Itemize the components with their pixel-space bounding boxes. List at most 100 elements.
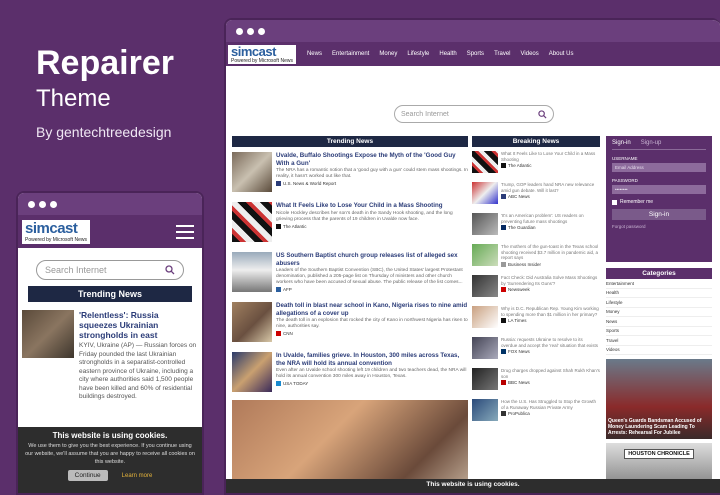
window-dot-icon (50, 200, 57, 208)
article-title[interactable]: In Uvalde, families grieve. In Houston, … (276, 352, 468, 367)
trending-article[interactable]: Uvalde, Buffalo Shootings Expose the Myt… (232, 152, 468, 197)
article-thumbnail[interactable] (472, 306, 498, 328)
article-title[interactable]: Uvalde, Buffalo Shootings Expose the Myt… (276, 152, 468, 167)
article-excerpt: Leaders of the Southern Baptist Conventi… (276, 268, 463, 285)
category-item-health[interactable]: Health (606, 289, 712, 298)
category-item-videos[interactable]: Videos (606, 346, 712, 355)
article-title[interactable]: Fact Check: Did Australia Solve Mass Sho… (501, 275, 600, 286)
window-dot-icon (236, 27, 243, 35)
article-title[interactable]: Trump, GOP leaders hand NRA new relevanc… (501, 182, 600, 193)
article-title[interactable]: What It Feels Like to Lose Your Child in… (501, 151, 600, 162)
source-logo-icon (276, 223, 281, 229)
article-thumbnail[interactable] (472, 151, 498, 173)
password-field[interactable]: •••••••• (612, 185, 706, 194)
trending-article[interactable]: In Uvalde, families grieve. In Houston, … (232, 352, 468, 397)
username-field[interactable]: Email Address (612, 163, 706, 172)
trending-article[interactable]: US Southern Baptist church group release… (232, 252, 468, 297)
category-item-sports[interactable]: Sports (606, 327, 712, 336)
site-logo[interactable]: simcast Powered by Microsoft News (22, 219, 90, 244)
article-title[interactable]: 'It's an American problem': US readers o… (501, 213, 600, 224)
breaking-article[interactable]: Fact Check: Did Australia Solve Mass Sho… (472, 275, 600, 302)
article-thumbnail[interactable] (232, 302, 272, 342)
search-input[interactable]: Search Internet (394, 105, 554, 123)
breaking-article[interactable]: The mothers of the gun-toast in the Texa… (472, 244, 600, 271)
article-title[interactable]: How the U.S. Has Struggled to Stop the G… (501, 399, 600, 410)
breaking-article[interactable]: Trump, GOP leaders hand NRA new relevanc… (472, 182, 600, 209)
breaking-article[interactable]: Drug charges dropped against Shah Rukh K… (472, 368, 600, 395)
article-thumbnail[interactable] (472, 368, 498, 390)
password-label: PASSWORD (612, 178, 638, 183)
nav-item-money[interactable]: Money (379, 51, 397, 57)
breaking-news-column: Breaking News What It Feels Like to Lose… (472, 136, 600, 426)
article-card[interactable]: 'Relentless': Russia squeezes Ukrainian … (22, 310, 198, 402)
section-title: Trending News (28, 286, 192, 302)
site-logo[interactable]: simcast Powered by Microsoft News (228, 44, 296, 64)
window-dot-icon (247, 27, 254, 35)
search-icon[interactable] (165, 265, 175, 275)
article-title[interactable]: 'Relentless': Russia squeezes Ukrainian … (79, 310, 198, 340)
source-logo-icon (501, 380, 506, 385)
category-item-entertainment[interactable]: Entertainment (606, 279, 712, 289)
tab-sign-in[interactable]: Sign-in (612, 140, 631, 146)
search-icon[interactable] (538, 109, 547, 119)
category-item-travel[interactable]: Travel (606, 336, 712, 346)
logo-tagline: Powered by Microsoft News (25, 236, 87, 243)
trending-article[interactable]: Death toll in blast near school in Kano,… (232, 302, 468, 347)
article-thumbnail[interactable] (232, 202, 272, 242)
nav-item-videos[interactable]: Videos (521, 51, 539, 57)
article-thumbnail[interactable] (472, 244, 498, 266)
article-thumbnail[interactable] (232, 252, 272, 292)
trending-article[interactable]: What It Feels Like to Lose Your Child in… (232, 202, 468, 247)
cookie-continue-button[interactable]: Continue (67, 470, 108, 481)
logo-word: simcast (25, 219, 78, 237)
breaking-article[interactable]: How the U.S. Has Struggled to Stop the G… (472, 399, 600, 426)
article-source: Newsweek (508, 287, 530, 292)
section-title: Breaking News (472, 136, 600, 147)
article-thumbnail[interactable] (232, 152, 272, 192)
signin-panel: Sign-in Sign-up USERNAME Email Address P… (606, 136, 712, 262)
article-title[interactable]: What It Feels Like to Lose Your Child in… (276, 202, 468, 210)
article-source: The Atlantic (508, 163, 532, 168)
hamburger-menu-icon[interactable] (176, 224, 194, 239)
featured-image[interactable]: Queen's Guards Bandsman Accused of Money… (606, 359, 712, 439)
nav-item-news[interactable]: News (307, 51, 322, 57)
promo-subtitle: Theme (36, 85, 111, 112)
search-input[interactable]: Search Internet (36, 260, 184, 280)
article-title[interactable]: Death toll in blast near school in Kano,… (276, 302, 468, 317)
forgot-password-link[interactable]: Forgot password (612, 224, 706, 229)
category-item-lifestyle[interactable]: Lifestyle (606, 298, 712, 308)
nav-item-health[interactable]: Health (439, 51, 456, 57)
article-title[interactable]: Why is D.C. Republican Rep. Young Kim wo… (501, 306, 600, 317)
breaking-article[interactable]: Why is D.C. Republican Rep. Young Kim wo… (472, 306, 600, 333)
article-thumbnail[interactable] (472, 337, 498, 359)
tab-sign-up[interactable]: Sign-up (641, 140, 662, 146)
article-title[interactable]: The mothers of the gun-toast in the Texa… (501, 244, 600, 261)
breaking-article[interactable]: 'It's an American problem': US readers o… (472, 213, 600, 240)
window-dot-icon (28, 200, 35, 208)
source-logo-icon (501, 194, 506, 199)
cookie-learn-more-link[interactable]: Learn more (122, 473, 153, 479)
nav-item-travel[interactable]: Travel (494, 51, 510, 57)
signin-button[interactable]: Sign-in (612, 209, 706, 220)
article-title[interactable]: Russia: requests Ukraine to resolve to i… (501, 337, 600, 348)
article-title[interactable]: Drug charges dropped against Shah Rukh K… (501, 368, 600, 379)
featured-caption[interactable]: Queen's Guards Bandsman Accused of Money… (608, 418, 710, 436)
article-thumbnail[interactable] (472, 275, 498, 297)
category-item-news[interactable]: News (606, 317, 712, 327)
article-title[interactable]: US Southern Baptist church group release… (276, 252, 468, 267)
article-thumbnail[interactable] (232, 352, 272, 392)
article-thumbnail[interactable] (472, 182, 498, 204)
desktop-preview-window: simcast Powered by Microsoft News News E… (224, 18, 720, 495)
article-excerpt: Even after an Uvalde school shooting lef… (276, 368, 467, 379)
category-item-money[interactable]: Money (606, 308, 712, 317)
article-thumbnail[interactable] (472, 399, 498, 421)
nav-item-entertainment[interactable]: Entertainment (332, 51, 369, 57)
breaking-article[interactable]: What It Feels Like to Lose Your Child in… (472, 151, 600, 178)
nav-item-about-us[interactable]: About Us (549, 51, 574, 57)
nav-item-sports[interactable]: Sports (467, 51, 484, 57)
breaking-article[interactable]: Russia: requests Ukraine to resolve to i… (472, 337, 600, 364)
article-thumbnail[interactable] (22, 310, 74, 358)
article-thumbnail[interactable] (472, 213, 498, 235)
remember-me-checkbox[interactable] (612, 199, 617, 205)
nav-item-lifestyle[interactable]: Lifestyle (407, 51, 429, 57)
